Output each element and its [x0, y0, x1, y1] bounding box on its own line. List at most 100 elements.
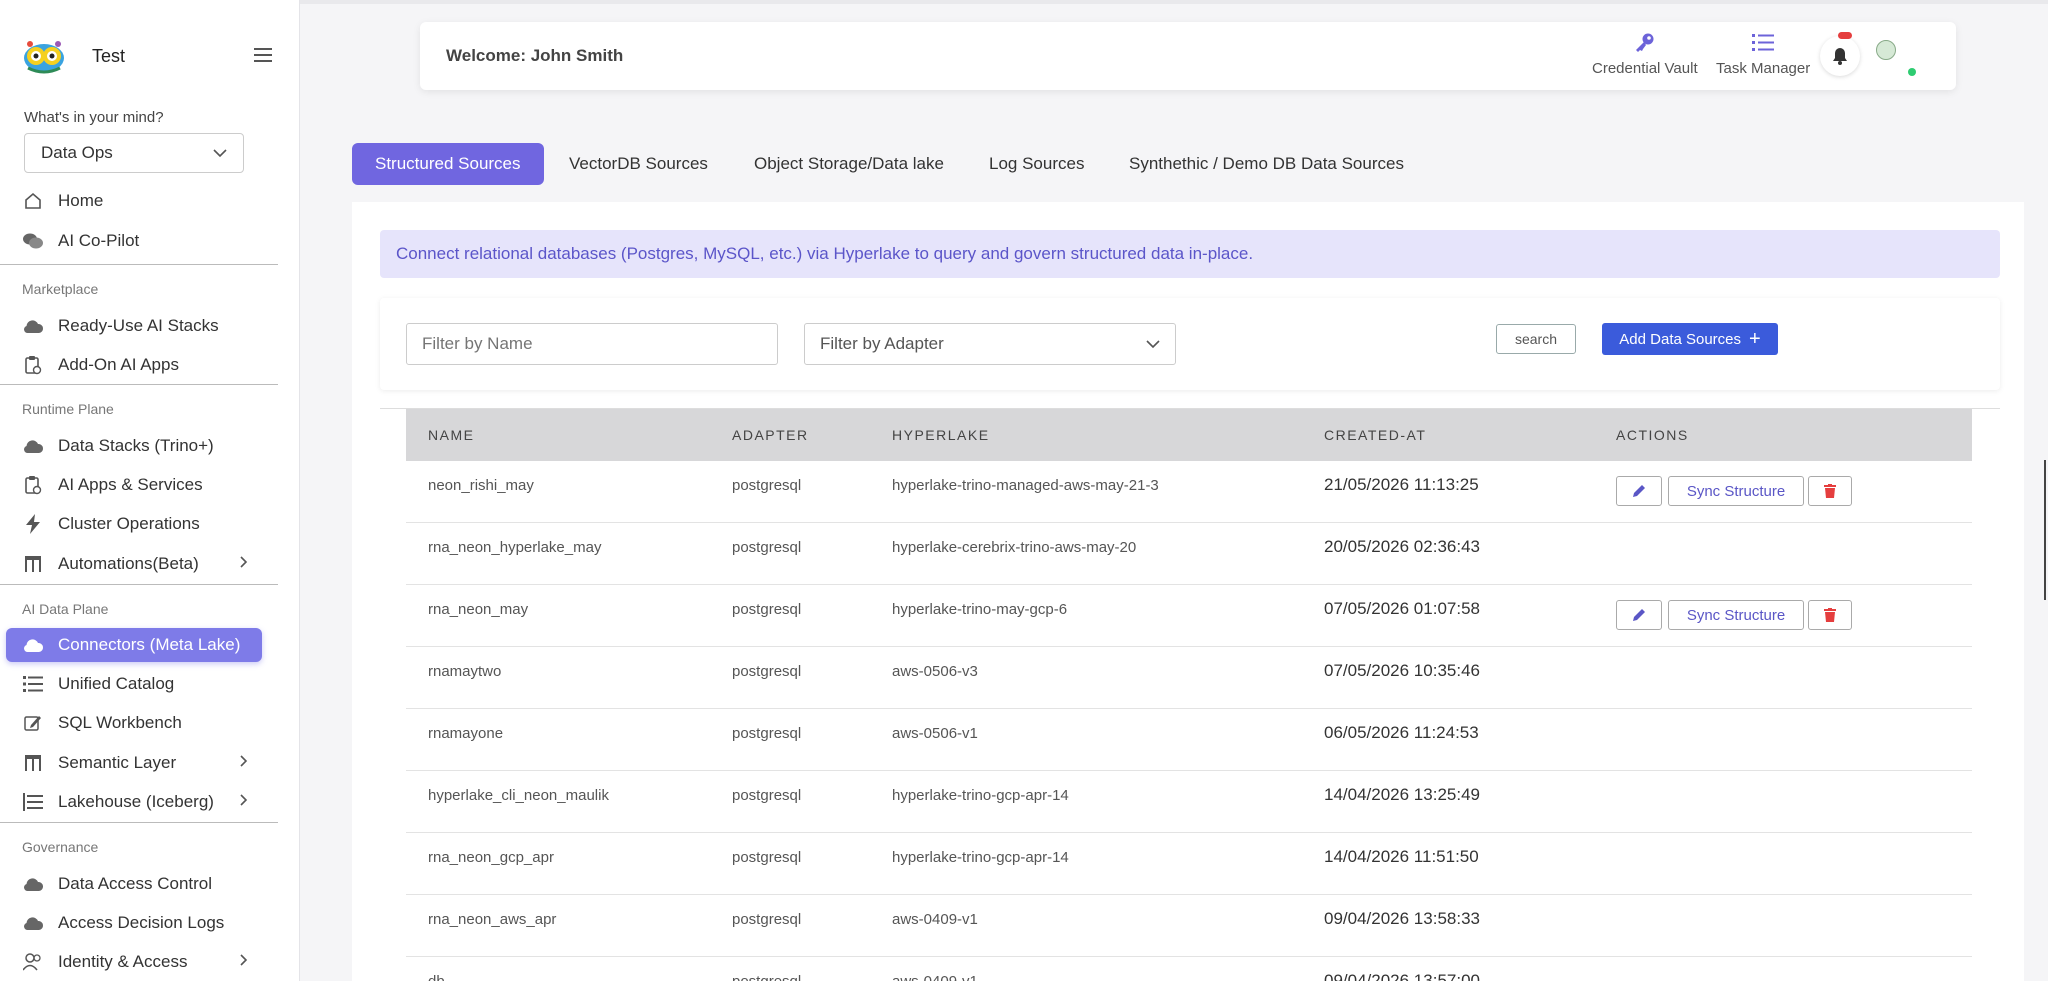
table-row[interactable]: rna_neon_may postgresql hyperlake-trino-ma… — [406, 585, 1972, 647]
sidebar-item-automations[interactable]: Automations(Beta) — [22, 549, 258, 579]
divider — [0, 264, 278, 265]
cell-created-at: 09/04/2026 13:58:33 — [1324, 909, 1480, 928]
table-row[interactable]: rnamaytwo postgresql aws-0506-v3 07/05/2026… — [406, 647, 1972, 709]
cell-name: rnamayone — [428, 725, 504, 742]
sidebar-item-ready-use-ai-stacks[interactable]: Ready-Use AI Stacks — [22, 311, 258, 341]
sidebar-item-identity-access[interactable]: Identity & Access — [22, 947, 258, 977]
sidebar-item-label: Lakehouse (Iceberg) — [58, 792, 214, 811]
cell-adapter: postgresql — [732, 911, 802, 928]
sync-structure-button[interactable]: Sync Structure — [1668, 600, 1804, 630]
cloud-icon — [22, 912, 44, 934]
divider — [0, 384, 278, 385]
sidebar-item-semantic-layer[interactable]: Semantic Layer — [22, 748, 258, 778]
delete-button[interactable] — [1808, 476, 1852, 506]
cell-created-at: 09/04/2026 13:57:00 — [1324, 971, 1480, 981]
task-manager-button[interactable]: Task Manager — [1716, 30, 1810, 77]
sidebar-item-home[interactable]: Home — [22, 186, 258, 216]
sync-structure-button[interactable]: Sync Structure — [1668, 476, 1804, 506]
trash-icon — [1824, 608, 1836, 622]
section-ai-data-plane: AI Data Plane — [22, 601, 109, 617]
hierarchy-icon — [22, 553, 44, 575]
pencil-icon — [1633, 485, 1645, 497]
lightning-icon — [22, 513, 44, 535]
sidebar-item-cluster-operations[interactable]: Cluster Operations — [22, 509, 258, 539]
sidebar-item-label: Automations(Beta) — [58, 554, 199, 573]
cell-adapter: postgresql — [732, 973, 801, 981]
chevron-right-icon — [240, 794, 248, 806]
filter-name-input[interactable] — [406, 323, 778, 365]
cell-created-at: 14/04/2026 13:25:49 — [1324, 785, 1480, 804]
cell-adapter: postgresql — [732, 477, 802, 494]
section-governance: Governance — [22, 839, 99, 855]
cell-created-at: 14/04/2026 11:51:50 — [1324, 847, 1479, 866]
mind-label: What's in your mind? — [24, 109, 164, 126]
tab-synthetic-demo-db[interactable]: Synthethic / Demo DB Data Sources — [1106, 143, 1427, 185]
sidebar-item-label: Unified Catalog — [58, 674, 175, 693]
sidebar-item-ai-apps-services[interactable]: AI Apps & Services — [22, 470, 258, 500]
clipboard-gear-icon — [22, 474, 44, 496]
tab-structured-sources[interactable]: Structured Sources — [352, 143, 544, 185]
sidebar-item-unified-catalog[interactable]: Unified Catalog — [22, 669, 258, 699]
sidebar-item-label: SQL Workbench — [58, 713, 182, 732]
cell-name: rna_neon_aws_apr — [428, 911, 557, 928]
table-row[interactable]: rna_neon_aws_apr postgresql aws-0409-v1 09/… — [406, 895, 1972, 957]
sidebar-item-access-decision-logs[interactable]: Access Decision Logs — [22, 908, 258, 938]
cell-hyperlake: aws-0409-v1 — [892, 911, 978, 928]
list-icon — [22, 673, 44, 695]
filter-adapter-select[interactable]: Filter by Adapter — [804, 323, 1176, 365]
cell-hyperlake: hyperlake-trino-may-gcp-6 — [892, 601, 1068, 618]
sidebar-item-add-on-ai-apps[interactable]: Add-On AI Apps — [22, 350, 258, 380]
table-row[interactable]: rnamayone postgresql aws-0506-v1 06/05/2026… — [406, 709, 1972, 771]
sidebar-item-data-stacks[interactable]: Data Stacks (Trino+) — [22, 431, 258, 461]
chat-icon — [22, 230, 44, 252]
pencil-icon — [1633, 609, 1645, 621]
table-row[interactable]: rna_neon_hyperlake_may postgresql hyperlak… — [406, 523, 1972, 585]
task-list-icon — [1716, 30, 1810, 56]
table-row[interactable]: neon_rishi_may postgresql hyperlake-trino-… — [406, 461, 1972, 523]
column-header-actions: ACTIONS — [1616, 427, 1689, 443]
sidebar-item-copilot[interactable]: AI Co-Pilot — [22, 226, 258, 256]
brand[interactable]: Test — [20, 36, 125, 76]
menu-toggle-icon[interactable] — [254, 48, 274, 64]
tab-vectordb-sources[interactable]: VectorDB Sources — [546, 143, 731, 185]
edit-button[interactable] — [1616, 600, 1662, 630]
cell-name: rna_neon_gcp_apr — [428, 849, 554, 866]
scrollbar[interactable] — [2044, 460, 2046, 600]
cell-adapter: postgresql — [732, 787, 802, 804]
tab-object-storage[interactable]: Object Storage/Data lake — [731, 143, 967, 185]
add-data-sources-button[interactable]: Add Data Sources + — [1602, 323, 1778, 355]
avatar[interactable] — [1876, 40, 1896, 60]
top-strip — [300, 0, 2048, 4]
mind-select-value: Data Ops — [41, 143, 113, 162]
cell-created-at: 20/05/2026 02:36:43 — [1324, 537, 1480, 556]
sidebar-item-sql-workbench[interactable]: SQL Workbench — [22, 708, 258, 738]
sidebar-item-label: Cluster Operations — [58, 514, 200, 533]
column-header-adapter[interactable]: ADAPTER — [732, 427, 809, 443]
mind-select[interactable]: Data Ops — [24, 133, 244, 173]
cell-adapter: postgresql — [732, 539, 802, 556]
delete-button[interactable] — [1808, 600, 1852, 630]
edit-button[interactable] — [1616, 476, 1662, 506]
sidebar-item-label: Ready-Use AI Stacks — [58, 316, 219, 335]
table-list-icon — [22, 791, 44, 813]
table-row[interactable]: hyperlake_cli_neon_maulik postgresql hyper… — [406, 771, 1972, 833]
table-row[interactable]: rna_neon_gcp_apr postgresql hyperlake-trin… — [406, 833, 1972, 895]
notifications-button[interactable] — [1820, 36, 1860, 76]
cell-created-at: 06/05/2026 11:24:53 — [1324, 723, 1479, 742]
cell-created-at: 21/05/2026 11:13:25 — [1324, 475, 1479, 494]
filter-adapter-value: Filter by Adapter — [820, 334, 944, 353]
column-header-hyperlake[interactable]: HYPERLAKE — [892, 427, 990, 443]
search-button[interactable]: search — [1496, 324, 1576, 354]
sidebar-item-connectors[interactable]: Connectors (Meta Lake) — [22, 630, 258, 660]
tab-log-sources[interactable]: Log Sources — [966, 143, 1107, 185]
sidebar-item-lakehouse[interactable]: Lakehouse (Iceberg) — [22, 787, 258, 817]
table-row[interactable]: db postgresql aws-0409-v1 09/04/2026 13:57:… — [406, 957, 1972, 981]
sidebar-item-data-access-control[interactable]: Data Access Control — [22, 869, 258, 899]
cell-name: neon_rishi_may — [428, 477, 534, 494]
column-header-created-at[interactable]: CREATED-AT — [1324, 427, 1426, 443]
credential-vault-label: Credential Vault — [1592, 60, 1698, 77]
chevron-down-icon — [1146, 339, 1160, 348]
credential-vault-button[interactable]: Credential Vault — [1592, 30, 1698, 77]
column-header-name[interactable]: NAME — [428, 427, 474, 443]
cell-name: hyperlake_cli_neon_maulik — [428, 787, 609, 804]
